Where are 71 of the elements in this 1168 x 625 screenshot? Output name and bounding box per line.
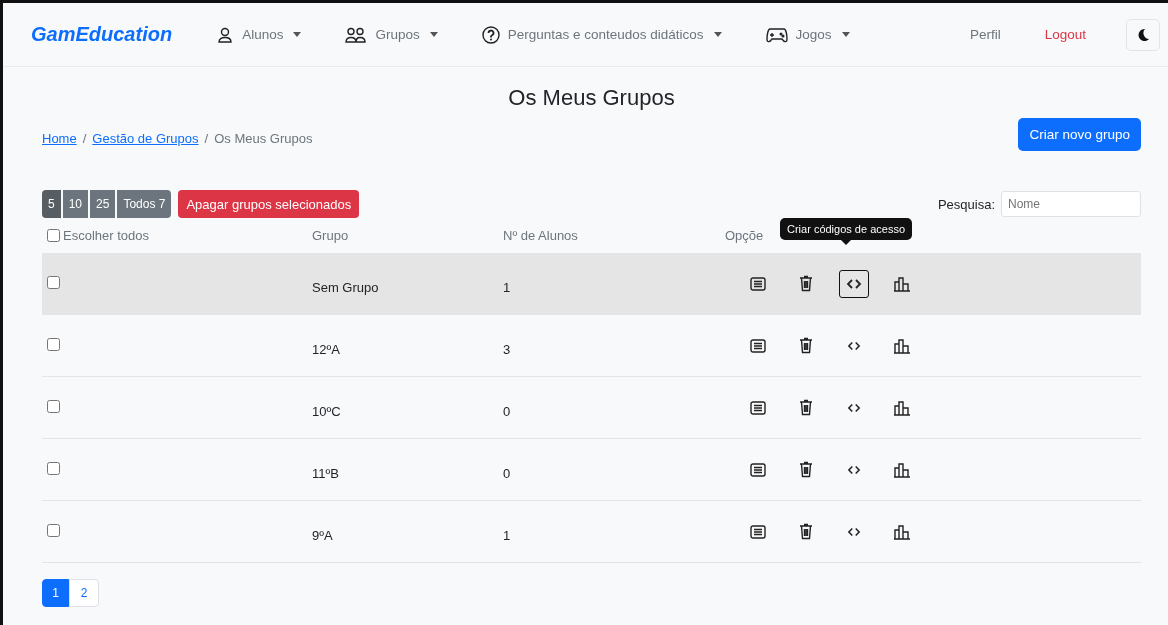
- row-checkbox[interactable]: [47, 400, 60, 413]
- trash-icon: [799, 523, 813, 540]
- breadcrumb-current: Os Meus Grupos: [214, 131, 313, 146]
- trash-icon: [799, 399, 813, 416]
- group-name: Sem Grupo: [312, 279, 380, 295]
- create-group-button[interactable]: Criar novo grupo: [1018, 118, 1141, 151]
- page-button[interactable]: 2: [69, 579, 99, 607]
- page-size-button[interactable]: 5: [42, 190, 61, 218]
- page-size-button[interactable]: 10: [62, 190, 89, 218]
- access-codes-button[interactable]: [839, 269, 869, 298]
- code-icon: [847, 525, 861, 538]
- row-checkbox[interactable]: [47, 276, 60, 289]
- list-icon: [750, 276, 766, 291]
- bar-chart-icon: [893, 275, 911, 292]
- nav-menu[interactable]: Jogos: [765, 26, 850, 43]
- breadcrumb-separator: /: [82, 131, 87, 146]
- row-checkbox[interactable]: [47, 338, 60, 351]
- student-count: 1: [503, 527, 512, 543]
- row-checkbox[interactable]: [47, 462, 60, 475]
- page-size-button[interactable]: 25: [90, 190, 116, 218]
- trash-icon: [799, 275, 813, 292]
- bar-chart-icon: [893, 337, 911, 354]
- brand-logo[interactable]: GamEducation: [31, 23, 173, 46]
- code-icon: [847, 463, 861, 476]
- group-name: 9ºA: [312, 527, 334, 543]
- person-icon: [216, 25, 235, 44]
- nav-link[interactable]: Perfil: [969, 27, 1001, 42]
- trash-icon: [799, 461, 813, 478]
- student-count: 3: [503, 341, 512, 357]
- column-header: Opçõe: [725, 228, 764, 243]
- code-icon: [847, 401, 861, 414]
- search-label: Pesquisa:: [937, 196, 995, 212]
- theme-toggle-button[interactable]: [1126, 18, 1160, 51]
- breadcrumb-link[interactable]: Home: [42, 131, 77, 146]
- student-count: 1: [503, 279, 512, 295]
- page-title: Os Meus Grupos: [507, 85, 676, 111]
- group-name: 12ºA: [312, 341, 341, 357]
- list-icon: [750, 524, 766, 539]
- page-size-button[interactable]: Todos 7: [117, 190, 172, 218]
- logout-link[interactable]: Logout: [1044, 27, 1086, 42]
- list-icon: [750, 462, 766, 477]
- list-icon: [750, 338, 766, 353]
- student-count: 0: [503, 403, 512, 419]
- group-name: 11ºB: [312, 465, 340, 481]
- gamepad-icon: [765, 26, 788, 43]
- breadcrumb-separator: /: [204, 131, 209, 146]
- bar-chart-icon: [893, 523, 911, 540]
- code-icon: [846, 276, 862, 291]
- question-icon: [481, 25, 500, 44]
- trash-icon: [799, 337, 813, 354]
- row-checkbox[interactable]: [47, 524, 60, 537]
- delete-selected-button[interactable]: Apagar grupos selecionados: [178, 190, 360, 218]
- list-icon: [750, 400, 766, 415]
- code-icon: [847, 339, 861, 352]
- people-icon: [345, 25, 368, 44]
- nav-menu[interactable]: Alunos: [216, 25, 302, 44]
- nav-menu[interactable]: Perguntas e conteudos didáticos: [481, 25, 722, 44]
- search-field[interactable]: Nome: [1001, 191, 1141, 217]
- breadcrumb-link[interactable]: Gestão de Grupos: [92, 131, 199, 146]
- bar-chart-icon: [893, 461, 911, 478]
- select-all-label: Escolher todos: [63, 228, 149, 243]
- moon-icon: [1136, 27, 1150, 42]
- column-header: Nº de Alunos: [503, 228, 578, 243]
- page-button[interactable]: 1: [42, 579, 69, 607]
- bar-chart-icon: [893, 399, 911, 416]
- student-count: 0: [503, 465, 512, 481]
- column-header: Grupo: [312, 228, 349, 243]
- tooltip: Criar códigos de acesso: [780, 217, 912, 245]
- nav-menu[interactable]: Grupos: [345, 25, 438, 44]
- select-all-checkbox[interactable]: [47, 229, 60, 242]
- group-name: 10ºC: [312, 403, 342, 419]
